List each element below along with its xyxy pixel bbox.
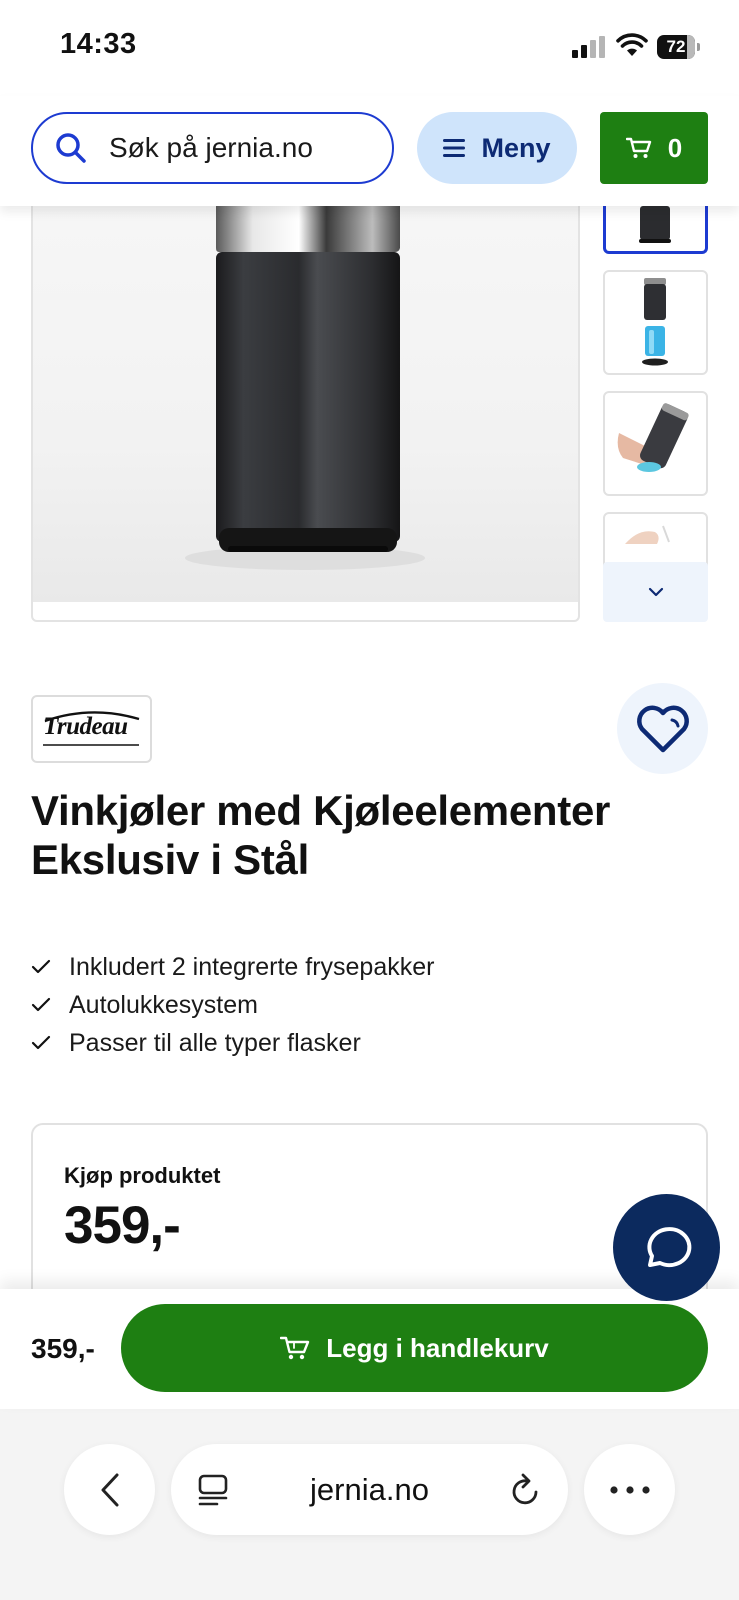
chevron-down-icon: [648, 587, 663, 597]
site-header: Meny 0: [0, 96, 739, 206]
thumbnail-3[interactable]: [603, 391, 708, 496]
cart-count: 0: [667, 132, 683, 163]
browser-more-button[interactable]: [584, 1444, 675, 1535]
sticky-cart-bar: 359,- Legg i handlekurv: [0, 1289, 739, 1409]
browser-url: jernia.no: [310, 1471, 429, 1507]
favorite-button[interactable]: [617, 683, 708, 774]
battery-level: 72: [666, 37, 686, 56]
thumbnail-image: [642, 278, 668, 366]
battery-indicator: 72: [657, 35, 700, 59]
cart-icon: [280, 1336, 310, 1360]
more-icon: [609, 1485, 650, 1494]
status-bar: 14:33 72: [0, 0, 739, 96]
thumbnails-scroll-down-button[interactable]: [603, 562, 708, 622]
reload-icon[interactable]: [510, 1473, 542, 1507]
add-to-cart-button[interactable]: Legg i handlekurv: [121, 1304, 708, 1392]
product-title: Vinkjøler med Kjøleelementer Ekslusiv i …: [31, 786, 721, 884]
add-to-cart-label: Legg i handlekurv: [326, 1332, 549, 1363]
thumbnail-image: [617, 403, 689, 472]
feature-list: Inkludert 2 integrerte frysepakker Autol…: [31, 948, 434, 1062]
cart-icon: [625, 137, 651, 158]
tabs-icon[interactable]: [197, 1474, 229, 1506]
feature-text: Passer til alle typer flasker: [69, 1028, 361, 1057]
status-time: 14:33: [60, 28, 137, 60]
thumbnail-1[interactable]: [603, 206, 708, 254]
sticky-price: 359,-: [31, 1333, 95, 1364]
menu-label: Meny: [481, 132, 551, 163]
main-product-image[interactable]: [31, 206, 580, 622]
product-photo: [33, 206, 578, 602]
product-title-line-1: Vinkjøler med Kjøleelementer: [31, 787, 611, 834]
chat-icon: [646, 1226, 691, 1267]
chat-button[interactable]: [613, 1194, 720, 1301]
check-icon: [31, 997, 69, 1013]
feature-text: Autolukkesystem: [69, 990, 258, 1019]
back-icon: [101, 1473, 118, 1506]
browser-address-bar[interactable]: jernia.no: [171, 1444, 568, 1535]
browser-toolbar: jernia.no: [0, 1409, 739, 1600]
wifi-icon: [616, 33, 648, 56]
menu-icon: [443, 139, 466, 157]
search-input[interactable]: [109, 128, 379, 168]
check-icon: [31, 959, 69, 975]
thumbnail-image: [625, 525, 670, 544]
product-title-line-2: Ekslusiv i Stål: [31, 836, 309, 883]
browser-back-button[interactable]: [64, 1444, 155, 1535]
cart-button[interactable]: 0: [600, 112, 708, 184]
buy-label: Kjøp produktet: [64, 1163, 221, 1188]
feature-item: Inkludert 2 integrerte frysepakker: [31, 948, 434, 986]
search-icon: [56, 133, 86, 163]
signal-icon: [572, 36, 606, 58]
search-box[interactable]: [31, 112, 394, 184]
wine-cooler-illustration: [185, 206, 425, 570]
feature-text: Inkludert 2 integrerte frysepakker: [69, 952, 435, 981]
buy-price: 359,-: [64, 1196, 181, 1255]
thumbnail-2[interactable]: [603, 270, 708, 375]
heart-icon: [636, 705, 689, 752]
thumbnail-image: [639, 206, 671, 243]
menu-button[interactable]: Meny: [417, 112, 577, 184]
brand-name: Trudeau: [43, 713, 128, 740]
check-icon: [31, 1035, 69, 1051]
feature-item: Passer til alle typer flasker: [31, 1024, 434, 1062]
brand-logo[interactable]: Trudeau: [31, 695, 152, 763]
feature-item: Autolukkesystem: [31, 986, 434, 1024]
